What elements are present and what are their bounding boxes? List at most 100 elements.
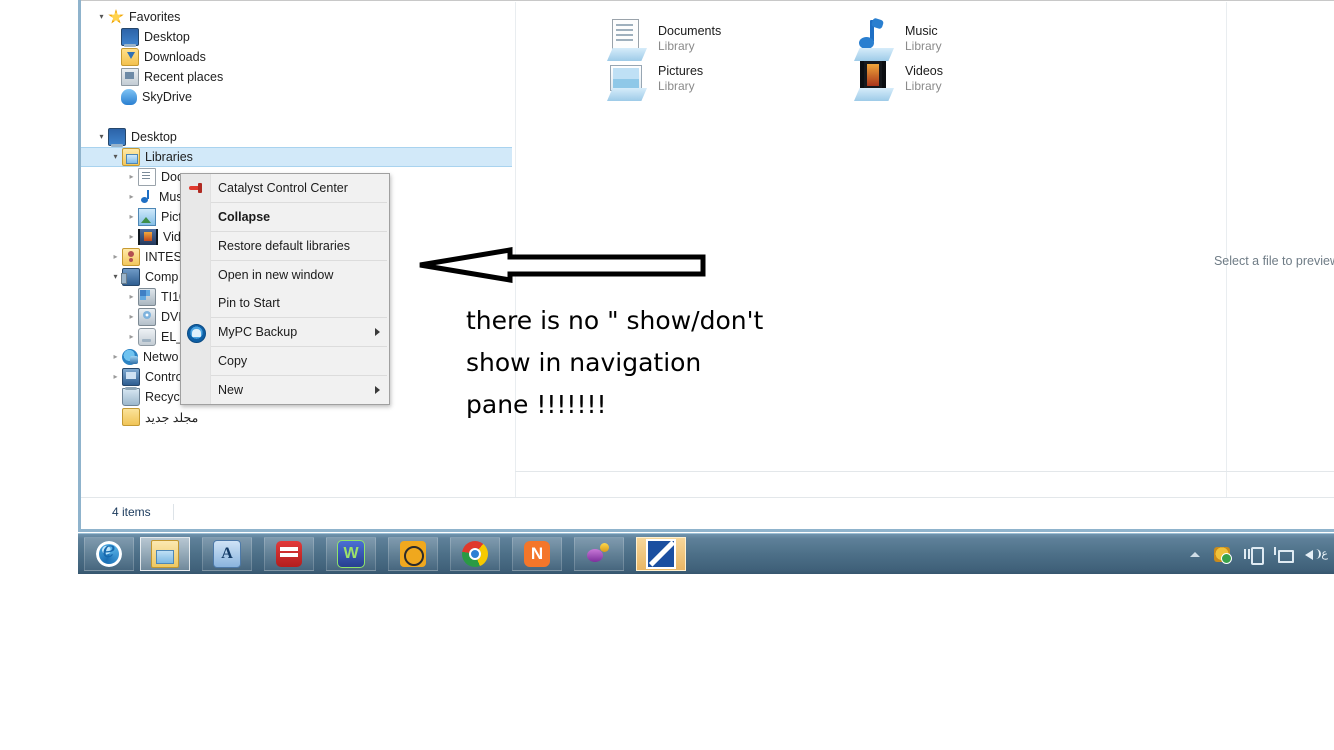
annotation-line-2: show in navigation (466, 348, 702, 377)
chrome-icon (462, 541, 488, 567)
n-app-icon: N (524, 541, 550, 567)
file-preview-divider (1226, 2, 1227, 497)
user-folder-icon (122, 248, 140, 266)
preview-pane-empty-text: Select a file to preview (1213, 254, 1334, 268)
file-explorer-icon (151, 540, 179, 568)
chevron-collapsed-icon[interactable]: ▸ (109, 347, 122, 367)
pictures-library-big-icon (605, 59, 649, 101)
list-item-name: Documents (658, 24, 722, 38)
snail-icon (586, 541, 612, 567)
chevron-collapsed-icon[interactable]: ▸ (125, 227, 138, 247)
tree-item-libraries[interactable]: ▾ Libraries (81, 147, 512, 167)
list-item[interactable]: Documents Library (605, 19, 721, 61)
taskbar[interactable]: A W N ع (78, 533, 1334, 574)
chevron-expanded-icon[interactable]: ▾ (95, 7, 108, 27)
tree-item-favorites[interactable]: ▾ Favorites (81, 7, 512, 27)
menu-item-pin-to-start[interactable]: Pin to Start (181, 289, 389, 317)
chevron-expanded-icon[interactable]: ▾ (95, 127, 108, 147)
tree-item-desktop-favorite[interactable]: Desktop (81, 27, 512, 47)
taskbar-button-books[interactable] (264, 537, 314, 571)
menu-item-label: New (218, 383, 244, 397)
menu-item-new[interactable]: New (181, 376, 389, 404)
menu-item-restore-default-libraries[interactable]: Restore default libraries (181, 232, 389, 260)
taskbar-button-autocad[interactable]: A (202, 537, 252, 571)
tree-item-label: Recent places (144, 70, 224, 84)
menu-item-mypc-backup[interactable]: MyPC Backup (181, 318, 389, 346)
menu-item-label: Restore default libraries (218, 239, 351, 253)
tree-item-label: Netwo (143, 350, 179, 364)
show-hidden-icons-chevron-icon[interactable] (1190, 552, 1200, 557)
wondershare-icon: W (337, 540, 365, 568)
menu-item-copy[interactable]: Copy (181, 347, 389, 375)
taskbar-button-n-app[interactable]: N (512, 537, 562, 571)
taskbar-button-blue-slash[interactable] (636, 537, 686, 571)
removable-drive-icon (138, 328, 156, 346)
chevron-collapsed-icon[interactable]: ▸ (109, 247, 122, 267)
menu-item-collapse[interactable]: Collapse (181, 203, 389, 231)
tree-item-new-folder-arabic[interactable]: مجلد جديد (81, 407, 512, 427)
taskbar-button-wondershare[interactable]: W (326, 537, 376, 571)
taskbar-button-speed-gauge[interactable] (388, 537, 438, 571)
documents-library-icon (138, 168, 156, 186)
chevron-collapsed-icon[interactable]: ▸ (125, 187, 138, 207)
taskbar-button-internet-explorer[interactable] (84, 537, 134, 571)
recycle-bin-icon (122, 387, 140, 406)
taskbar-button-chrome[interactable] (450, 537, 500, 571)
tree-item-label: SkyDrive (142, 90, 193, 104)
list-item-subtitle: Library (658, 39, 695, 53)
books-icon (276, 541, 302, 567)
tree-item-skydrive[interactable]: SkyDrive (81, 87, 512, 107)
menu-item-label: Copy (218, 354, 248, 368)
tree-item-label: Downloads (144, 50, 206, 64)
catalyst-icon (187, 180, 204, 197)
star-icon (108, 9, 124, 24)
annotation-line-3: pane !!!!!!! (466, 390, 607, 419)
gauge-icon (400, 541, 426, 567)
menu-item-label: Pin to Start (218, 296, 280, 310)
taskbar-button-file-explorer[interactable] (140, 537, 190, 571)
menu-item-label: Collapse (218, 210, 271, 224)
tree-item-downloads[interactable]: Downloads (81, 47, 512, 67)
menu-item-catalyst-control-center[interactable]: Catalyst Control Center (181, 174, 389, 202)
chevron-collapsed-icon[interactable]: ▸ (125, 307, 138, 327)
submenu-arrow-icon (375, 386, 380, 394)
chevron-collapsed-icon[interactable]: ▸ (125, 287, 138, 307)
annotation-arrow (419, 247, 706, 283)
taskbar-button-purple-snail[interactable] (574, 537, 624, 571)
context-menu[interactable]: Catalyst Control Center Collapse Restore… (180, 173, 390, 405)
antivirus-shield-icon[interactable] (1214, 547, 1232, 564)
list-item[interactable]: Pictures Library (605, 59, 703, 101)
internet-explorer-icon (96, 538, 122, 567)
blue-slash-icon (646, 539, 676, 569)
network-icon (122, 349, 138, 365)
list-item-subtitle: Library (905, 79, 942, 93)
chevron-collapsed-icon[interactable]: ▸ (109, 367, 122, 387)
tree-item-desktop-root[interactable]: ▾ Desktop (81, 127, 512, 147)
chevron-collapsed-icon[interactable]: ▸ (125, 207, 138, 227)
clock[interactable]: ع (1321, 547, 1328, 560)
list-item[interactable]: Videos Library (852, 59, 943, 101)
menu-item-open-in-new-window[interactable]: Open in new window (181, 261, 389, 289)
network-icon[interactable] (1274, 547, 1294, 563)
submenu-arrow-icon (375, 328, 380, 336)
tree-item-recent-places[interactable]: Recent places (81, 67, 512, 87)
desktop-icon (121, 28, 139, 47)
list-item-subtitle: Library (905, 39, 942, 53)
battery-icon[interactable] (1244, 547, 1264, 565)
status-separator (173, 504, 174, 520)
videos-library-icon (138, 229, 158, 245)
control-panel-icon (122, 368, 140, 386)
downloads-folder-icon (121, 48, 139, 66)
list-item[interactable]: Music Library (852, 19, 942, 61)
menu-item-label: Open in new window (218, 268, 334, 282)
chevron-collapsed-icon[interactable]: ▸ (125, 167, 138, 187)
libraries-icon (122, 148, 140, 166)
file-pane-bottom-divider (515, 471, 1334, 472)
music-library-big-icon (852, 19, 896, 61)
volume-icon[interactable] (1304, 547, 1321, 562)
list-item-subtitle: Library (658, 79, 695, 93)
tree-item-label: Comp (145, 270, 179, 284)
chevron-collapsed-icon[interactable]: ▸ (125, 327, 138, 347)
tree-item-label: مجلد جديد (145, 410, 199, 425)
chevron-expanded-icon[interactable]: ▾ (109, 147, 122, 167)
